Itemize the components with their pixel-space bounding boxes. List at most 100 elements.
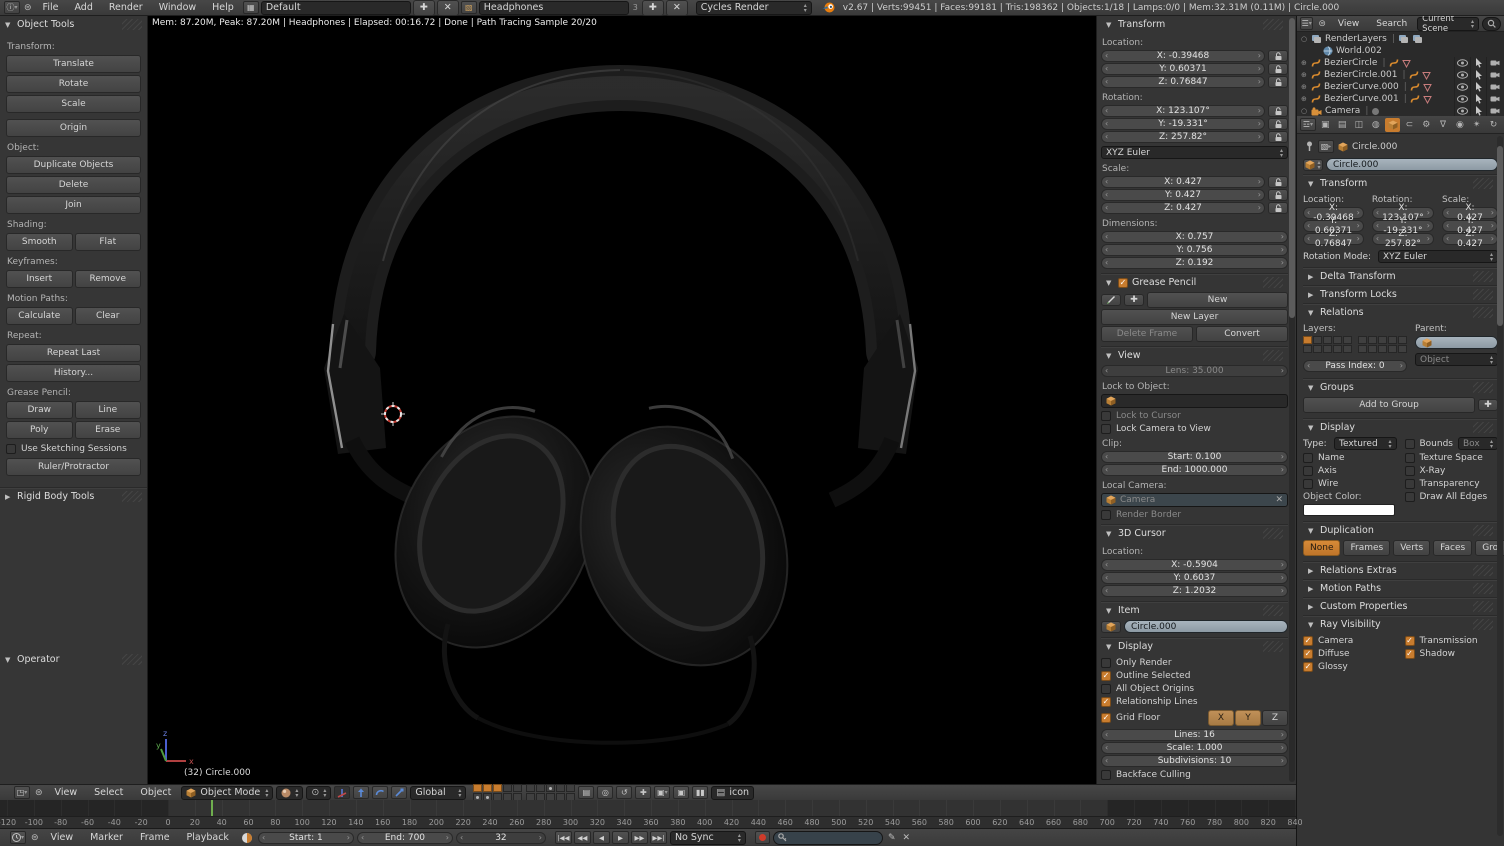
jump-to-end-button[interactable]: ▶▶| <box>650 831 667 844</box>
use-sketching-sessions-checkbox[interactable] <box>6 444 16 454</box>
display-axis-checkbox[interactable] <box>1303 466 1313 476</box>
layer-cell[interactable] <box>1343 336 1352 344</box>
layer-cell[interactable] <box>483 784 492 792</box>
snap-target-icon[interactable]: ✚ <box>635 786 651 799</box>
np-view-header[interactable]: ▼View <box>1101 347 1288 364</box>
preview-range-icon[interactable] <box>241 832 253 844</box>
np-rotation-mode-select[interactable]: XYZ Euler▴▾ <box>1101 146 1288 159</box>
np-rotation-y-lock-icon[interactable] <box>1268 118 1288 130</box>
gp-poly-button[interactable]: Poly <box>6 421 73 439</box>
outliner-editor-type-icon[interactable]: ☰▾ <box>1300 17 1313 30</box>
np-location-y-lock-icon[interactable] <box>1268 63 1288 75</box>
expand-icon[interactable]: ○ <box>1301 35 1308 43</box>
backface-culling-checkbox[interactable] <box>1101 770 1111 780</box>
viewport-3d[interactable]: x z y Mem: 87.20M, Peak: 87.20M | Headph… <box>148 16 1096 784</box>
transform-orientation-select[interactable]: Global▴▾ <box>410 786 466 800</box>
viewport-layers-grid-2[interactable] <box>526 784 575 801</box>
lock-to-scene-icon[interactable]: ▤ <box>578 786 594 799</box>
lock-to-object-field[interactable] <box>1101 394 1288 408</box>
grid-floor-checkbox[interactable]: ✓ <box>1101 713 1111 723</box>
grid-axis-x-toggle[interactable]: X <box>1208 710 1234 726</box>
grid-axis-z-toggle[interactable]: Z <box>1262 710 1288 726</box>
outliner-search-input[interactable] <box>1482 17 1501 31</box>
layer-cell[interactable] <box>493 784 502 792</box>
np-dimensions-x-field[interactable]: ‹X: 0.757› <box>1101 231 1288 243</box>
gp-add-icon[interactable]: ✚ <box>1124 294 1144 306</box>
current-frame-field[interactable]: ‹32› <box>456 832 546 844</box>
repeat-last-button[interactable]: Repeat Last <box>6 344 141 362</box>
delete-screen-button[interactable]: ✕ <box>437 0 459 16</box>
vp-menu-object[interactable]: Object <box>133 787 178 798</box>
grid-axis-y-toggle[interactable]: Y <box>1235 710 1261 726</box>
join-button[interactable]: Join <box>6 196 141 214</box>
gp-draw-button[interactable]: Draw <box>6 401 73 419</box>
vp-menu-view[interactable]: View <box>48 787 85 798</box>
np-location-x-lock-icon[interactable] <box>1268 50 1288 62</box>
item-name-field[interactable]: Circle.000 <box>1124 620 1288 633</box>
tab-object-icon[interactable] <box>1385 118 1400 132</box>
add-screen-button[interactable]: ✚ <box>413 0 435 16</box>
viewport-editor-type-icon[interactable]: ◳▾ <box>14 786 30 799</box>
cursor-location-y-field[interactable]: ‹Y: 0.6037› <box>1101 572 1288 584</box>
pause-render-icon[interactable]: ▮▮ <box>692 786 708 799</box>
np-scale-y-lock-icon[interactable] <box>1268 189 1288 201</box>
proportional-edit-icon[interactable]: ◎ <box>597 786 613 799</box>
outline-selected-checkbox[interactable]: ✓ <box>1101 671 1111 681</box>
menu-render[interactable]: Render <box>102 2 150 13</box>
ray-shadow-checkbox[interactable]: ✓ <box>1405 649 1415 659</box>
tab-world-icon[interactable]: ◍ <box>1368 118 1383 132</box>
np-location-y-field[interactable]: ‹Y: 0.60371› <box>1101 63 1265 75</box>
tl-menu-frame[interactable]: Frame <box>133 832 177 843</box>
frame-start-field[interactable]: ‹Start: 1› <box>258 832 354 844</box>
tab-particles-icon[interactable]: ✴ <box>1469 118 1484 132</box>
pr-ray-visibility-header[interactable]: ▼Ray Visibility <box>1303 616 1498 633</box>
vp-menu-select[interactable]: Select <box>87 787 130 798</box>
properties-editor-type-icon[interactable]: ☲▾ <box>1300 118 1316 131</box>
layer-cell[interactable] <box>1368 336 1377 344</box>
visibility-eye-icon[interactable] <box>1454 93 1470 105</box>
ray-transmission-checkbox[interactable]: ✓ <box>1405 636 1415 646</box>
screen-name-field[interactable]: Default <box>261 1 411 15</box>
new-group-icon[interactable]: ✚ <box>1478 399 1498 411</box>
pr-duplication-header[interactable]: ▼Duplication <box>1303 522 1498 539</box>
pr-transform-header[interactable]: ▼Transform <box>1303 175 1498 192</box>
layer-cell[interactable] <box>556 784 565 792</box>
panel-drag-widget[interactable] <box>122 19 142 30</box>
translate-button[interactable]: Translate <box>6 55 141 73</box>
duplicate-objects-button[interactable]: Duplicate Objects <box>6 156 141 174</box>
tab-material-icon[interactable]: ◉ <box>1452 118 1467 132</box>
tl-menu-playback[interactable]: Playback <box>180 832 236 843</box>
frame-end-field[interactable]: ‹End: 700› <box>357 832 453 844</box>
calculate-paths-button[interactable]: Calculate <box>6 307 73 325</box>
snap-icon[interactable]: ↺ <box>616 786 632 799</box>
bounds-type-select[interactable]: Box▴▾ <box>1458 437 1498 450</box>
grid-lines-field[interactable]: ‹Lines: 16› <box>1101 729 1288 741</box>
render-display-button[interactable]: ▤icon <box>711 786 754 800</box>
visibility-eye-icon[interactable] <box>1454 105 1470 116</box>
outliner-collapse-icon[interactable]: ⊜ <box>1316 19 1328 29</box>
layers-grid-2[interactable] <box>1358 336 1407 353</box>
shade-flat-button[interactable]: Flat <box>75 233 142 251</box>
info-editor-type-icon[interactable]: ⓘ▾ <box>4 1 20 14</box>
pr-relations-header[interactable]: ▼Relations <box>1303 304 1498 321</box>
duplication-frames-toggle[interactable]: Frames <box>1343 540 1390 556</box>
menu-window[interactable]: Window <box>152 2 203 13</box>
duplication-none-toggle[interactable]: None <box>1303 540 1340 556</box>
display-wire-checkbox[interactable] <box>1303 479 1313 489</box>
renderable-camera-icon[interactable] <box>1486 69 1502 81</box>
mode-select[interactable]: Object Mode▴▾ <box>181 786 273 800</box>
menu-file[interactable]: File <box>36 2 66 13</box>
visibility-eye-icon[interactable] <box>1454 81 1470 93</box>
local-camera-field[interactable]: Camera✕ <box>1101 493 1288 507</box>
parent-type-select[interactable]: Object▴▾ <box>1415 353 1498 366</box>
duplication-verts-toggle[interactable]: Verts <box>1393 540 1430 556</box>
gp-pencil-icon[interactable] <box>1101 294 1121 306</box>
menu-help[interactable]: Help <box>205 2 241 13</box>
display-type-select[interactable]: Textured▴▾ <box>1334 437 1397 450</box>
renderable-camera-icon[interactable] <box>1486 105 1502 116</box>
jump-to-start-button[interactable]: |◀◀ <box>555 831 572 844</box>
layer-cell[interactable] <box>513 784 522 792</box>
manipulator-axes-icon[interactable] <box>334 786 350 799</box>
np-rotation-z-lock-icon[interactable] <box>1268 131 1288 143</box>
ray-glossy-checkbox[interactable]: ✓ <box>1303 662 1313 672</box>
